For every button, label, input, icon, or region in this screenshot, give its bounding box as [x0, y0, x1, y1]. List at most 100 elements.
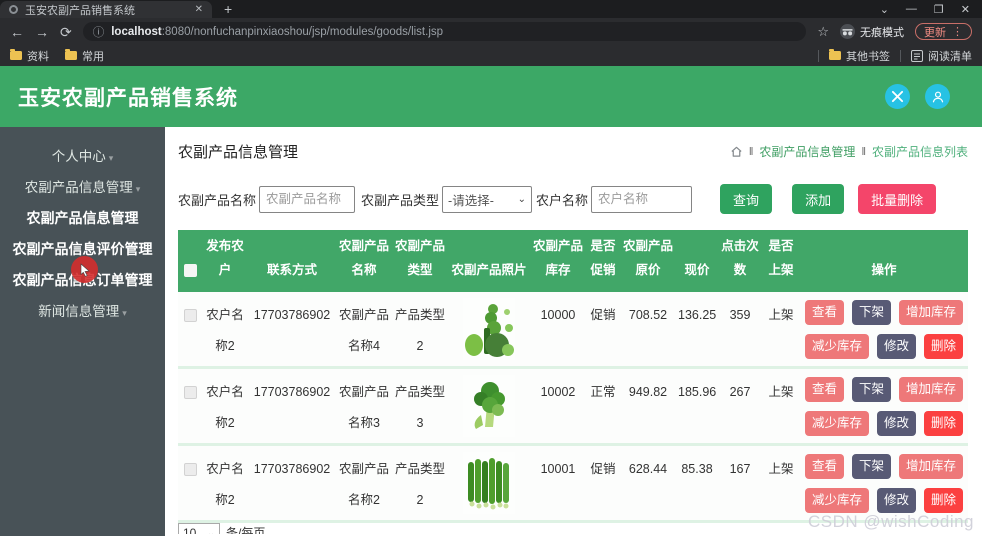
col-header: 发布农户 [202, 230, 248, 292]
increase-stock-button[interactable]: 增加库存 [899, 377, 964, 402]
sidebar-item-product-info-mgmt[interactable]: 农副产品信息管理 ▾ [0, 172, 165, 203]
sidebar-item-label: 农副产品信息评价管理 [12, 241, 153, 257]
reading-list-button[interactable]: 阅读清单 [911, 48, 972, 64]
decrease-stock-button[interactable]: 减少库存 [804, 334, 869, 359]
cursor-highlight [71, 256, 98, 283]
caret-down-icon: ▾ [108, 153, 114, 163]
row-checkbox[interactable] [183, 463, 197, 477]
bookmark-folder-ziliao[interactable]: 资料 [10, 48, 49, 64]
decrease-stock-button[interactable]: 减少库存 [804, 411, 869, 436]
browser-tab[interactable]: 玉安农副产品销售系统 ✕ [0, 1, 212, 18]
breadcrumb: ‖ 农副产品信息管理 ‖ 农副产品信息列表 [730, 143, 968, 160]
farmer-name-input[interactable] [591, 185, 693, 213]
bookmark-star-icon[interactable]: ☆ [817, 24, 829, 40]
reload-icon[interactable]: ⟳ [60, 25, 72, 39]
sidebar-item-news-mgmt[interactable]: 新闻信息管理 ▾ [0, 296, 165, 327]
other-bookmarks-label: 其他书签 [846, 50, 890, 63]
table-row: 农户名称2 17703786902 农副产品名称3 产品类型3 10002 正常… [178, 367, 968, 446]
delete-button[interactable]: 删除 [924, 334, 964, 359]
cell-shelf-status: 上架 [762, 292, 800, 369]
user-profile-button[interactable] [925, 84, 950, 109]
per-page-label: 条/每页 [226, 526, 266, 534]
increase-stock-button[interactable]: 增加库存 [899, 300, 964, 325]
product-type-select[interactable]: -请选择- ⌄ [442, 185, 533, 213]
breadcrumb-item[interactable]: 农副产品信息管理 [759, 143, 855, 160]
browser-window: 玉安农副产品销售系统 ✕ + ⌄ — ❐ ✕ ← → ⟳ ⓘ localhost… [0, 0, 982, 536]
cell-shelf-status: 上架 [762, 367, 800, 446]
decrease-stock-button[interactable]: 减少库存 [804, 488, 869, 513]
add-button[interactable]: 添加 [792, 184, 845, 214]
take-down-button[interactable]: 下架 [851, 454, 891, 479]
batch-delete-button[interactable]: 批量删除 [858, 184, 937, 214]
delete-button[interactable]: 删除 [924, 411, 964, 436]
other-bookmarks-button[interactable]: 其他书签 [829, 48, 890, 64]
incognito-icon [840, 24, 855, 39]
window-controls: ⌄ — ❐ ✕ [880, 0, 982, 18]
cell-original-price: 708.52 [620, 292, 676, 369]
select-all-checkbox[interactable] [183, 264, 197, 278]
home-icon[interactable] [730, 145, 743, 158]
tab-title: 玉安农副产品销售系统 [25, 4, 135, 17]
edit-button[interactable]: 修改 [876, 488, 916, 513]
row-checkbox[interactable] [183, 309, 197, 323]
sidebar-item-personal-center[interactable]: 个人中心 ▾ [0, 141, 165, 172]
table-header-row: 发布农户 联系方式 农副产品名称 农副产品类型 农副产品照片 农副产品库存 是否… [178, 230, 968, 292]
table-row: 农户名称2 17703786902 农副产品名称2 产品类型2 10001 促销… [178, 444, 968, 523]
caret-down-icon: ▾ [122, 308, 127, 318]
col-header: 是否促销 [586, 230, 620, 292]
product-photo-broccoli-image [463, 375, 515, 437]
cell-promotion: 正常 [586, 367, 620, 446]
query-button[interactable]: 查询 [720, 184, 773, 214]
update-button[interactable]: 更新 ⋮ [915, 23, 972, 40]
browser-menu-icon[interactable]: ⋮ [952, 25, 963, 38]
cell-phone: 17703786902 [248, 292, 336, 369]
back-icon[interactable]: ← [10, 25, 24, 39]
bookmark-label: 资料 [27, 50, 49, 63]
cell-farmer: 农户名称2 [202, 292, 248, 369]
url-host: localhost [111, 25, 162, 38]
address-bar[interactable]: ⓘ localhost:8080/nonfuchanpinxiaoshou/js… [82, 22, 807, 41]
cell-clicks: 267 [718, 367, 762, 446]
product-type-label: 农副产品类型 [361, 192, 440, 208]
forward-icon[interactable]: → [35, 25, 49, 39]
breadcrumb-separator: ‖ [861, 145, 866, 158]
view-button[interactable]: 查看 [804, 454, 844, 479]
minimize-icon[interactable]: — [906, 3, 917, 15]
window-menu-icon[interactable]: ⌄ [880, 3, 889, 16]
cell-shelf-status: 上架 [762, 444, 800, 523]
delete-button[interactable]: 删除 [924, 488, 964, 513]
folder-icon [65, 49, 77, 60]
reading-list-label: 阅读清单 [928, 50, 972, 63]
sidebar-item-label: 农副产品信息管理 [26, 210, 139, 226]
folder-icon [10, 49, 22, 60]
cell-promotion: 促销 [586, 444, 620, 523]
cell-type: 产品类型2 [392, 292, 448, 369]
browser-toolbar: ← → ⟳ ⓘ localhost:8080/nonfuchanpinxiaos… [0, 18, 982, 45]
bookmark-folder-changyong[interactable]: 常用 [65, 48, 104, 64]
view-button[interactable]: 查看 [804, 300, 844, 325]
cell-stock: 10000 [530, 292, 586, 369]
breadcrumb-item[interactable]: 农副产品信息列表 [872, 143, 968, 160]
take-down-button[interactable]: 下架 [851, 300, 891, 325]
col-header: 农副产品类型 [392, 230, 448, 292]
restore-icon[interactable]: ❐ [934, 3, 944, 16]
take-down-button[interactable]: 下架 [851, 377, 891, 402]
product-photo-cucumbers-image [463, 452, 515, 514]
sidebar-nav: 个人中心▾ 农副产品信息管理▾ 农副产品信息管理 农副产品信息评价管理 农副产品… [0, 127, 165, 536]
site-info-icon[interactable]: ⓘ [93, 24, 105, 40]
edit-button[interactable]: 修改 [876, 411, 916, 436]
view-button[interactable]: 查看 [804, 377, 844, 402]
increase-stock-button[interactable]: 增加库存 [899, 454, 964, 479]
window-close-icon[interactable]: ✕ [961, 3, 970, 16]
cell-clicks: 359 [718, 292, 762, 369]
cell-farmer: 农户名称2 [202, 367, 248, 446]
sidebar-item-product-info-list[interactable]: 农副产品信息管理 [0, 203, 165, 234]
tab-close-icon[interactable]: ✕ [195, 4, 203, 15]
product-name-input[interactable] [259, 185, 356, 213]
new-tab-button[interactable]: + [212, 0, 244, 18]
cell-phone: 17703786902 [248, 367, 336, 446]
edit-button[interactable]: 修改 [876, 334, 916, 359]
row-checkbox[interactable] [183, 386, 197, 400]
fullscreen-toggle-button[interactable] [885, 84, 910, 109]
page-size-select[interactable]: 10 ⌄ [178, 523, 220, 534]
